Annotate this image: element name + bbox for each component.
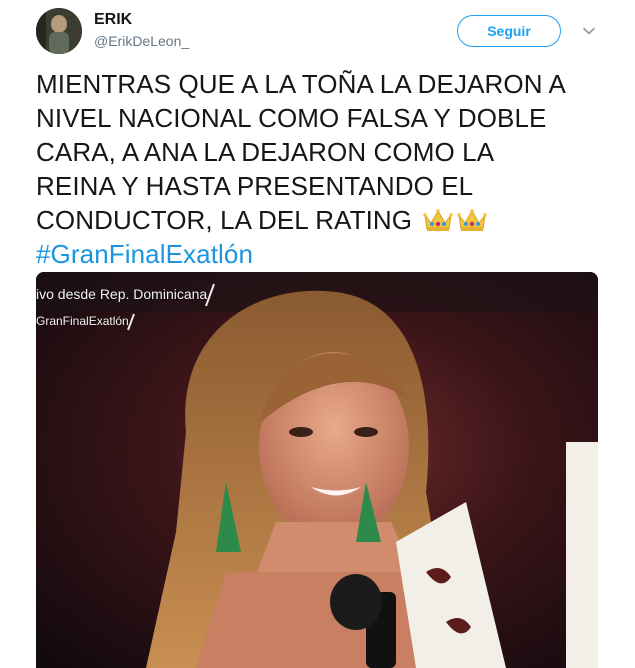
crown-icon [423,209,454,231]
user-handle[interactable]: @ErikDeLeon_ [94,33,189,49]
tweet-line-text: CONDUCTOR, LA DEL RATING [36,205,413,235]
crown-icon [457,209,488,231]
tweet-header: ERIK @ErikDeLeon_ Seguir [0,0,635,60]
avatar[interactable] [36,8,82,54]
broadcast-overlay-location: ivo desde Rep. Dominicana [36,286,208,302]
tweet-line: CARA, A ANA LA DEJARON COMO LA [36,137,495,167]
tweet-line: NIVEL NACIONAL COMO FALSA Y DOBLE [36,103,547,133]
tweet-line: MIENTRAS QUE A LA TOÑA LA DEJARON A [36,69,566,99]
broadcast-overlay-hashtag: GranFinalExatlón [36,314,129,328]
chevron-down-icon[interactable] [582,24,596,38]
tweet-text: MIENTRAS QUE A LA TOÑA LA DEJARON A NIVE… [36,67,606,271]
hashtag-link[interactable]: #GranFinalExatlón [36,237,606,271]
follow-button[interactable]: Seguir [457,15,561,47]
avatar-image [36,8,82,54]
tweet-line: REINA Y HASTA PRESENTANDO EL [36,171,474,201]
display-name[interactable]: ERIK [94,11,132,29]
tweet-media[interactable]: ivo desde Rep. Dominicana GranFinalExatl… [36,272,598,668]
tweet-line-last: CONDUCTOR, LA DEL RATING [36,203,606,237]
broadcast-photo [36,272,598,668]
